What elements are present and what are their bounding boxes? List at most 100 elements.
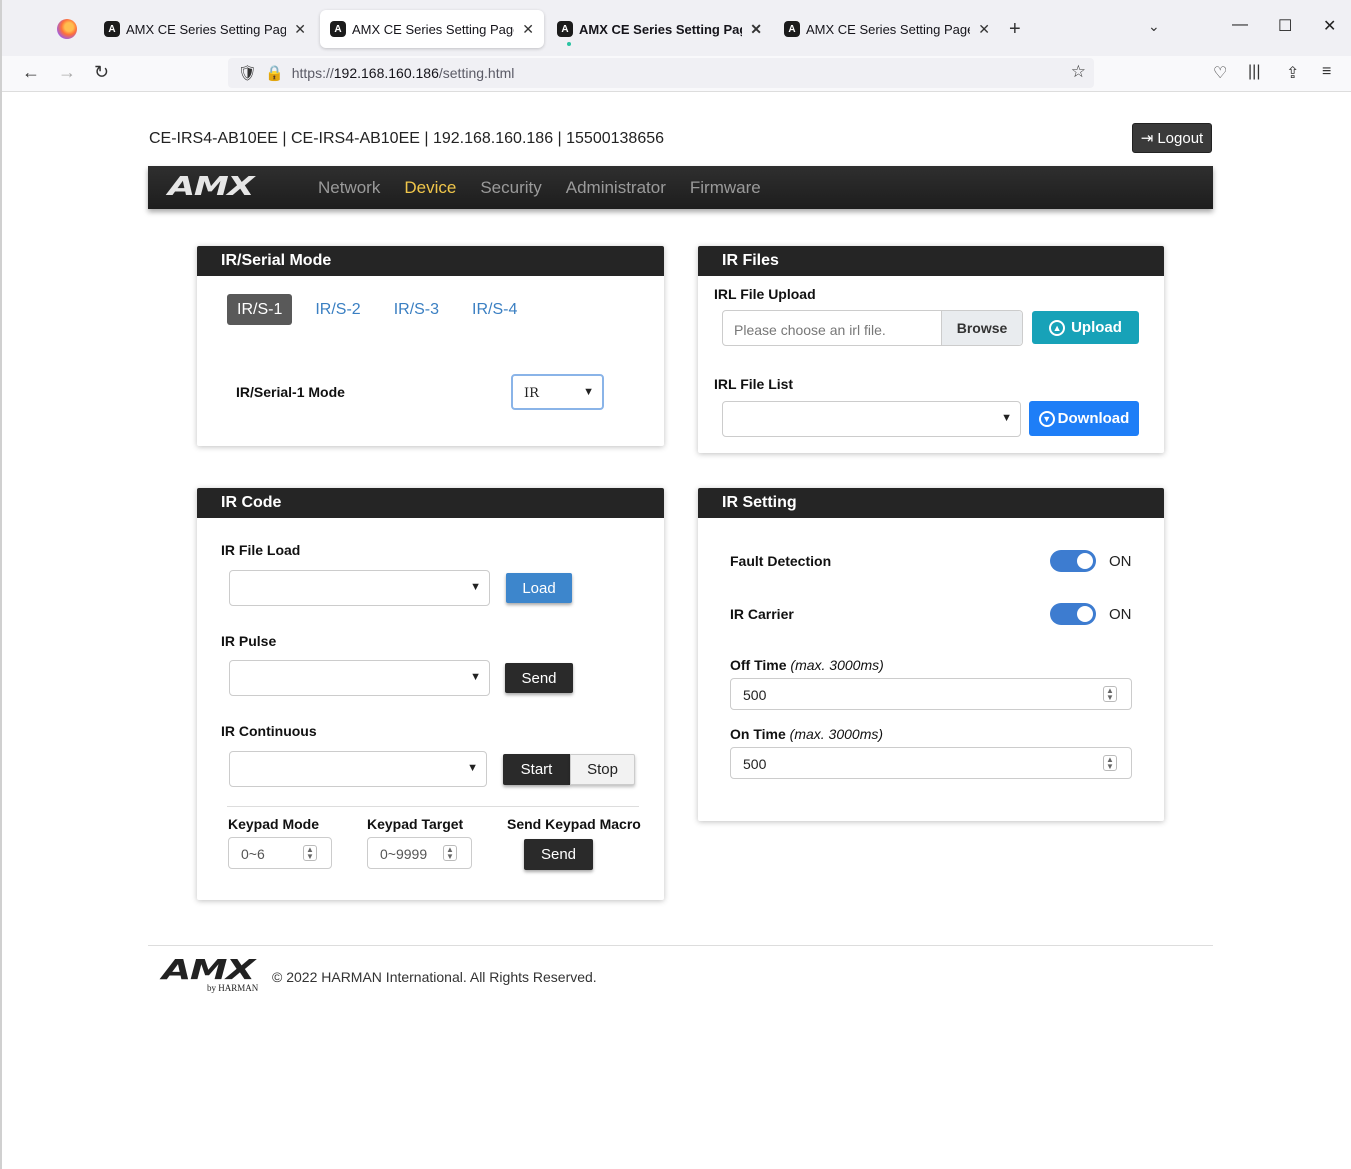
tab-title: AMX CE Series Setting Page [126,21,287,37]
keypad-send-button[interactable]: Send [524,839,593,870]
irl-file-input[interactable]: Please choose an irl file. Browse [722,310,1023,346]
reload-icon[interactable]: ↻ [94,62,109,83]
on-time-input[interactable]: 500 ▲ ▼ [730,747,1132,779]
tab-irs-4[interactable]: IR/S-4 [462,294,527,325]
list-all-tabs-icon[interactable]: ⌄ [1148,18,1160,35]
minimize-icon[interactable]: — [1232,16,1248,34]
main-nav: AMX Network Device Security Administrato… [148,166,1213,209]
irl-upload-label: IRL File Upload [714,286,816,302]
footer-copyright: © 2022 HARMAN International. All Rights … [272,969,597,985]
spinner-icon[interactable]: ▲ ▼ [1103,755,1117,771]
ir-carrier-state: ON [1109,606,1132,623]
irl-list-label: IRL File List [714,376,794,392]
close-tab-icon[interactable]: ✕ [978,21,990,38]
lock-icon[interactable]: 🔒 [265,64,284,82]
panel-title: IR/Serial Mode [197,246,664,276]
pulse-send-button[interactable]: Send [505,663,573,693]
keypad-target-label: Keypad Target [367,816,464,832]
upload-button[interactable]: ▲ Upload [1032,311,1139,344]
ir-carrier-toggle[interactable] [1050,603,1096,625]
tab-strip: A AMX CE Series Setting Page ✕ A AMX CE … [2,0,1351,56]
start-button[interactable]: Start [503,754,570,785]
logout-button[interactable]: ⇥ Logout [1132,123,1212,153]
ir-pulse-label: IR Pulse [221,633,277,649]
irl-file-placeholder: Please choose an irl file. [734,322,886,338]
back-icon[interactable]: ← [22,62,40,83]
ir-file-load-select[interactable]: ▼ [229,570,490,606]
logout-label: Logout [1157,129,1204,147]
keypad-target-input[interactable]: 0~9999 ▲ ▼ [367,837,472,869]
panel-title: IR Setting [698,488,1164,518]
fault-detection-label: Fault Detection [730,553,832,569]
share-icon[interactable]: ⇪ [1286,63,1299,83]
tab-title: AMX CE Series Setting Page [352,21,515,37]
tab-irs-3[interactable]: IR/S-3 [384,294,449,325]
close-tab-icon[interactable]: ✕ [294,21,306,38]
tab-title: AMX CE Series Setting Page [806,21,971,37]
keypad-target-placeholder: 0~9999 [380,846,428,862]
off-time-label: Off Time (max. 3000ms) [730,657,884,673]
nav-network[interactable]: Network [318,178,380,198]
off-time-input[interactable]: 500 ▲ ▼ [730,678,1132,710]
load-button[interactable]: Load [506,573,572,603]
ir-files-panel: IR Files IRL File Upload Please choose a… [698,246,1164,453]
browser-tab-active[interactable]: A AMX CE Series Setting Page ✕ [320,10,544,48]
nav-administrator[interactable]: Administrator [566,178,666,198]
amx-favicon-icon: A [557,21,573,37]
nav-device[interactable]: Device [404,178,456,198]
browser-tab[interactable]: A AMX CE Series Setting Page ✕ [774,10,1000,48]
url-bar[interactable]: 🛡 🔒 https:// 192.168.160.186 /setting.ht… [228,58,1094,88]
on-time-hint: (max. 3000ms) [789,726,884,742]
url-host: 192.168.160.186 [333,65,439,81]
menu-icon[interactable]: ≡ [1322,63,1331,81]
panel-title: IR Code [197,488,664,518]
bookmark-star-icon[interactable]: ☆ [1071,62,1086,82]
chevron-down-icon: ▼ [583,386,594,398]
upload-icon: ▲ [1049,319,1066,336]
divider [227,806,639,807]
tab-irs-1[interactable]: IR/S-1 [227,294,293,325]
irl-file-list-select[interactable]: ▼ [722,401,1021,437]
ir-continuous-label: IR Continuous [221,723,317,739]
url-prefix: https:// [291,65,334,81]
amx-favicon-icon: A [104,21,120,37]
shield-icon[interactable]: 🛡 [238,64,257,82]
window-close-icon[interactable]: ✕ [1323,16,1336,36]
ir-continuous-select[interactable]: ▼ [229,751,487,787]
ir-serial-mode-label: IR/Serial-1 Mode [236,384,345,400]
ir-code-panel: IR Code IR File Load ▼ Load IR Pulse ▼ S… [197,488,664,900]
browser-tab[interactable]: A AMX CE Series Setting Page ✕ [547,10,772,48]
spinner-icon[interactable]: ▲ ▼ [1103,686,1117,702]
nav-security[interactable]: Security [480,178,541,198]
nav-firmware[interactable]: Firmware [690,178,761,198]
ir-serial-mode-select[interactable]: IR ▼ [511,374,604,410]
fault-detection-toggle[interactable] [1050,550,1096,572]
spinner-icon[interactable]: ▲ ▼ [303,845,317,861]
download-button[interactable]: ▼ Download [1029,401,1139,436]
ir-setting-panel: IR Setting Fault Detection ON IR Carrier… [698,488,1164,821]
forward-icon[interactable]: → [58,62,76,83]
spinner-icon[interactable]: ▲ ▼ [443,845,457,861]
browser-tab[interactable]: A AMX CE Series Setting Page ✕ [94,10,316,48]
chevron-down-icon: ▼ [470,671,481,683]
firefox-icon[interactable] [57,19,77,39]
tab-irs-2[interactable]: IR/S-2 [305,294,370,325]
close-tab-icon[interactable]: ✕ [522,21,534,38]
maximize-icon[interactable]: ☐ [1278,16,1292,36]
chevron-down-icon: ▼ [467,762,478,774]
ir-pulse-select[interactable]: ▼ [229,660,490,696]
on-time-label-text: On Time [730,726,786,742]
close-tab-icon[interactable]: ✕ [750,21,762,38]
new-tab-icon[interactable]: + [1009,18,1021,41]
browse-button[interactable]: Browse [941,311,1022,345]
off-time-hint: (max. 3000ms) [790,657,884,673]
tab-title: AMX CE Series Setting Page [579,21,743,37]
stop-button[interactable]: Stop [570,754,635,785]
logout-icon: ⇥ [1140,130,1154,147]
panel-title: IR Files [698,246,1164,276]
fault-detection-state: ON [1109,553,1132,570]
pocket-icon[interactable]: ♡ [1213,63,1227,83]
ir-serial-mode-value: IR [524,386,539,401]
keypad-mode-input[interactable]: 0~6 ▲ ▼ [228,837,332,869]
library-icon[interactable]: ||| [1248,63,1260,81]
